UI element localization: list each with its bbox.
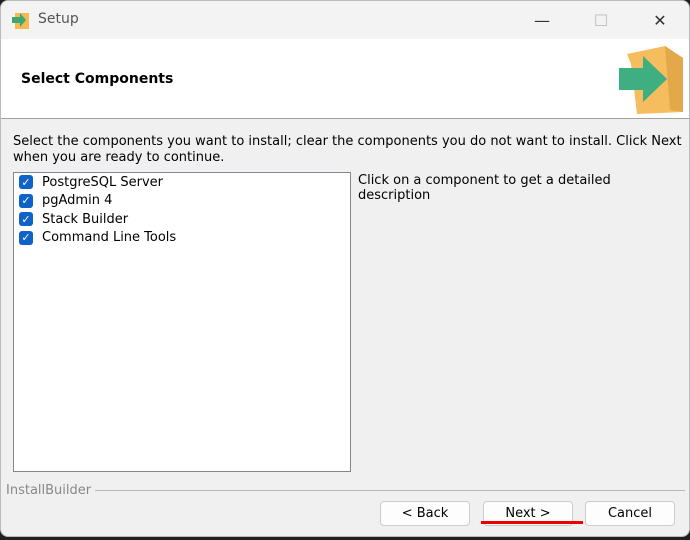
component-label: pgAdmin 4 (42, 193, 113, 209)
component-description: Click on a component to get a detailed d… (358, 173, 611, 203)
installer-box-icon (12, 13, 29, 29)
component-item-pgadmin4[interactable]: ✓ pgAdmin 4 (14, 192, 350, 211)
window-title: Setup (38, 11, 79, 27)
title-bar: Setup — ☐ ✕ (1, 1, 689, 39)
close-button[interactable]: ✕ (637, 1, 683, 39)
page-header: Select Components (1, 39, 689, 119)
components-list: ✓ PostgreSQL Server ✓ pgAdmin 4 ✓ Stack Bui… (13, 172, 351, 472)
installer-box-icon (619, 46, 683, 114)
footer-divider (95, 490, 685, 491)
brand-label: InstallBuilder (6, 483, 96, 498)
component-item-stack-builder[interactable]: ✓ Stack Builder (14, 210, 350, 229)
component-item-command-line-tools[interactable]: ✓ Command Line Tools (14, 229, 350, 248)
page-title: Select Components (21, 71, 174, 87)
checkbox-checked[interactable]: ✓ (19, 175, 33, 190)
setup-window: Setup — ☐ ✕ Select Components Select the… (0, 0, 690, 537)
checkbox-checked[interactable]: ✓ (19, 212, 33, 227)
component-label: Stack Builder (42, 211, 129, 227)
instructions-text: Select the components you want to instal… (13, 134, 682, 165)
cancel-button[interactable]: Cancel (585, 501, 675, 526)
component-label: PostgreSQL Server (42, 174, 163, 190)
highlight-underline (481, 521, 583, 524)
checkbox-checked[interactable]: ✓ (19, 230, 33, 245)
maximize-button[interactable]: ☐ (578, 1, 624, 39)
component-label: Command Line Tools (42, 230, 177, 246)
back-button[interactable]: < Back (380, 501, 470, 526)
component-item-postgresql-server[interactable]: ✓ PostgreSQL Server (14, 173, 350, 192)
minimize-button[interactable]: — (519, 1, 565, 39)
checkbox-checked[interactable]: ✓ (19, 193, 33, 208)
